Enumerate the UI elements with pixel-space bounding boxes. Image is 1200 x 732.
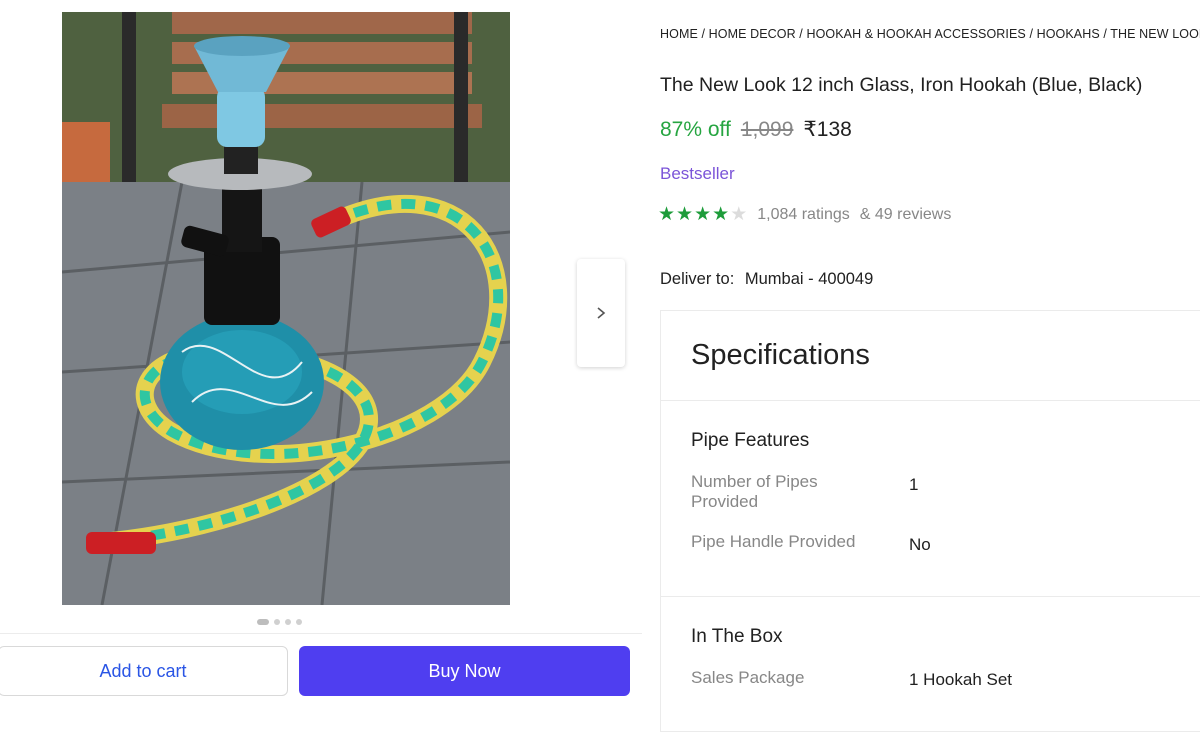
product-title: The New Look 12 inch Glass, Iron Hookah …	[660, 74, 1143, 96]
deliver-label: Deliver to:	[660, 270, 735, 288]
pagination-dot-active[interactable]	[257, 619, 269, 625]
specifications-header: Specifications	[661, 311, 1200, 401]
spec-value: 1 Hookah Set	[909, 670, 1013, 689]
spec-group-divider	[661, 596, 1200, 597]
rating-row[interactable]: ★ ★ ★ ★ ★ 1,084 ratings & 49 reviews	[658, 205, 951, 224]
breadcrumb[interactable]: HOME / HOME DECOR / HOOKAH & HOOKAH ACCE…	[660, 27, 1200, 41]
star-rating: ★ ★ ★ ★ ★	[658, 205, 747, 224]
pagination-dot[interactable]	[296, 619, 302, 625]
next-image-button[interactable]	[577, 259, 625, 367]
star-full-icon: ★	[694, 204, 712, 225]
action-bar: Add to cart Buy Now	[0, 633, 642, 704]
spec-key: Number of Pipes Provided	[691, 472, 818, 511]
delivery-location[interactable]: Mumbai - 400049	[745, 270, 873, 288]
star-empty-icon: ★	[730, 204, 748, 225]
star-full-icon: ★	[712, 204, 730, 225]
buy-now-button[interactable]: Buy Now	[299, 646, 630, 696]
spec-value: No	[909, 535, 931, 554]
specifications-panel: Specifications Pipe Features Number of P…	[660, 310, 1200, 732]
spec-key: Pipe Handle Provided	[691, 532, 856, 551]
pagination-dot[interactable]	[274, 619, 280, 625]
pagination-dot[interactable]	[285, 619, 291, 625]
specifications-title: Specifications	[691, 339, 870, 371]
star-full-icon: ★	[658, 204, 676, 225]
selling-price: ₹138	[803, 118, 852, 141]
spec-key: Sales Package	[691, 668, 805, 687]
ratings-count[interactable]: 1,084 ratings	[757, 206, 850, 224]
star-full-icon: ★	[676, 204, 694, 225]
delivery-info[interactable]: Deliver to: Mumbai - 400049	[660, 270, 873, 289]
reviews-count[interactable]: & 49 reviews	[860, 206, 952, 224]
add-to-cart-button[interactable]: Add to cart	[0, 646, 288, 696]
spec-group-title: In The Box	[691, 626, 783, 647]
image-pagination	[257, 619, 302, 625]
chevron-right-icon	[597, 307, 606, 319]
original-price: 1,099	[740, 118, 794, 141]
discount-percent: 87% off	[660, 118, 731, 141]
bestseller-badge: Bestseller	[660, 164, 735, 183]
product-image[interactable]	[62, 12, 510, 605]
price-row: 87% off 1,099 ₹138	[660, 117, 852, 142]
spec-value: 1	[909, 475, 919, 494]
spec-group-title: Pipe Features	[691, 430, 810, 451]
